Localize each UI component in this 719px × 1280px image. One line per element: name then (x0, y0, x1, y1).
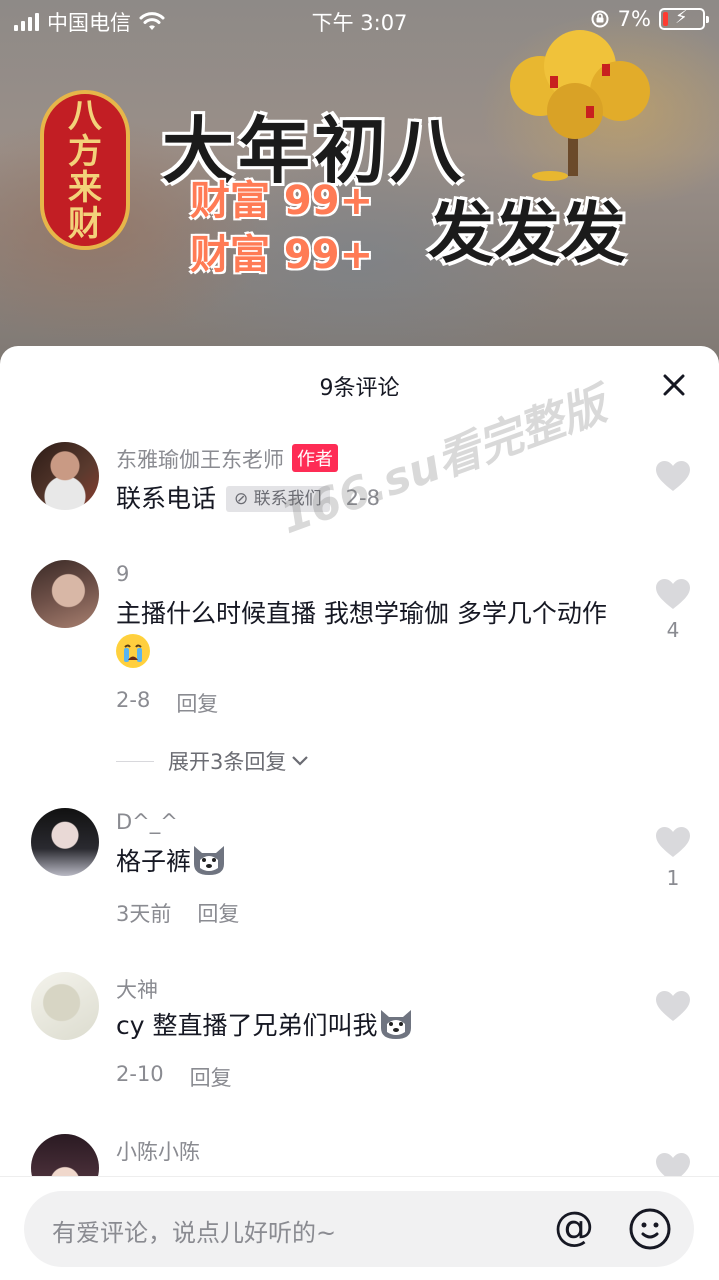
like-button[interactable]: 4 (654, 578, 692, 642)
comment-input[interactable]: 有爱评论，说点儿好听的~ @ (24, 1191, 694, 1267)
seal-char: 方 (68, 132, 102, 172)
sheet-header: 9条评论 (0, 346, 719, 422)
comment-time: 2-10 (116, 1062, 164, 1086)
like-count: 4 (666, 618, 680, 642)
husky-dog-icon (194, 846, 225, 875)
comment-input-placeholder: 有爱评论，说点儿好听的~ (52, 1219, 337, 1247)
wealth-line: 财富 99+ (190, 232, 374, 278)
comment-sheet: 9条评论 东雅瑜伽王东老师 作者 联系电话 ⊘ 联系我们 2-8 166.su看完整版… (0, 346, 719, 1280)
crying-face-icon (116, 634, 150, 668)
comment-text: 主播什么时候直播 我想学瑜伽 多学几个动作 (116, 594, 616, 674)
reply-button[interactable]: 回复 (176, 688, 218, 718)
expand-replies-button[interactable]: 展开3条回复 (116, 746, 310, 776)
emoji-icon[interactable] (628, 1207, 672, 1251)
avatar[interactable] (31, 442, 99, 510)
like-button[interactable]: 1 (654, 826, 692, 890)
like-count: 1 (666, 866, 680, 890)
like-button[interactable] (654, 460, 692, 492)
author-name: 东雅瑜伽王东老师 (116, 448, 284, 472)
comment-text: cy 整直播了兄弟们叫我 (116, 1006, 616, 1046)
avatar[interactable] (31, 972, 99, 1040)
at-mention-icon[interactable]: @ (554, 1205, 594, 1249)
comment-body: 主播什么时候直播 我想学瑜伽 多学几个动作 (116, 599, 607, 628)
comment-meta: 2-10 回复 (116, 1062, 232, 1092)
banner-subtitle: 发发发 (428, 195, 626, 272)
comment-body: 格子裤 (116, 847, 192, 876)
comment-count-title: 9条评论 (319, 376, 400, 401)
money-tree-icon (510, 30, 650, 181)
heart-icon (656, 991, 690, 1021)
reply-button[interactable]: 回复 (197, 898, 239, 928)
comment-input-bar: 有爱评论，说点儿好听的~ @ (0, 1176, 719, 1280)
heart-icon (656, 579, 690, 609)
comment-text: 格子裤 (116, 842, 616, 882)
seal-char: 财 (68, 204, 102, 244)
video-preview[interactable]: 中国电信 下午 3:07 7% ⚡ 八 方 来 财 大年初八 财富 99+ 财富… (0, 0, 719, 380)
heart-icon (656, 827, 690, 857)
comment-author[interactable]: D^_^ (116, 810, 178, 834)
close-icon[interactable] (659, 370, 689, 400)
like-button[interactable] (654, 990, 692, 1022)
fortune-seal: 八 方 来 财 (40, 90, 130, 250)
battery-icon: ⚡ (659, 7, 709, 30)
seal-char: 八 (68, 96, 102, 136)
comment-author[interactable]: 大神 (116, 974, 158, 1004)
comment-body: 联系电话 (116, 484, 217, 513)
chevron-down-icon (292, 756, 309, 766)
comment-time: 3天前 (116, 902, 172, 926)
comment-meta: 3天前 回复 (116, 898, 239, 928)
avatar[interactable] (31, 560, 99, 628)
seal-char: 来 (68, 168, 102, 208)
comment-time: 2-8 (116, 688, 151, 712)
comment-author[interactable]: 东雅瑜伽王东老师 作者 (116, 444, 338, 474)
heart-icon (656, 461, 690, 491)
reply-button[interactable]: 回复 (190, 1062, 232, 1092)
expand-replies-label: 展开3条回复 (168, 750, 287, 774)
husky-dog-icon (380, 1010, 411, 1039)
avatar[interactable] (31, 808, 99, 876)
comment-body: cy 整直播了兄弟们叫我 (116, 1011, 378, 1040)
comment-author[interactable]: 小陈小陈 (116, 1136, 200, 1166)
comment-meta: 2-8 回复 (116, 688, 218, 718)
divider (116, 760, 154, 762)
wealth-line: 财富 99+ (190, 178, 374, 224)
comment-author[interactable]: 9 (116, 562, 129, 586)
link-icon: ⊘ (234, 489, 254, 509)
